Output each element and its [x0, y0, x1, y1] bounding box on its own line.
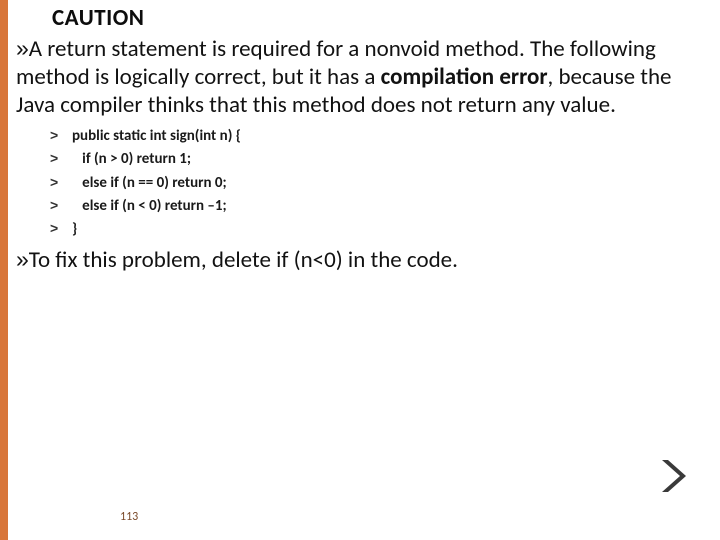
code-block: ˃ public static int sign(int n) { ˃ if (…	[50, 125, 712, 241]
accent-stripe	[0, 0, 8, 540]
next-chevron-icon[interactable]	[658, 458, 686, 494]
chevron-icon: ˃	[50, 125, 72, 147]
code-text: public static int sign(int n) {	[72, 125, 241, 148]
bullet-icon: »	[16, 35, 29, 61]
code-text: }	[72, 218, 77, 241]
chevron-icon: ˃	[50, 218, 72, 240]
para1-strong: compilation error	[381, 63, 548, 91]
paragraph-2: »To fix this problem, delete if (n<0) in…	[16, 245, 712, 274]
chevron-icon: ˃	[50, 172, 72, 194]
code-line: ˃ }	[50, 218, 712, 241]
chevron-icon: ˃	[50, 148, 72, 170]
bullet-icon: »	[16, 246, 29, 272]
code-line: ˃ else if (n < 0) return –1;	[50, 195, 712, 218]
code-line: ˃ else if (n == 0) return 0;	[50, 172, 712, 195]
code-text: else if (n < 0) return –1;	[72, 195, 227, 218]
slide-content: CAUTION »A return statement is required …	[8, 0, 720, 280]
chevron-icon: ˃	[50, 195, 72, 217]
code-line: ˃ public static int sign(int n) {	[50, 125, 712, 148]
page-title: CAUTION	[52, 4, 712, 32]
paragraph-1: »A return statement is required for a no…	[16, 34, 712, 119]
code-text: else if (n == 0) return 0;	[72, 172, 227, 195]
para2-text: To fix this problem, delete if (n<0) in …	[29, 246, 458, 274]
page-number: 113	[120, 510, 138, 524]
code-text: if (n > 0) return 1;	[72, 148, 191, 171]
code-line: ˃ if (n > 0) return 1;	[50, 148, 712, 171]
